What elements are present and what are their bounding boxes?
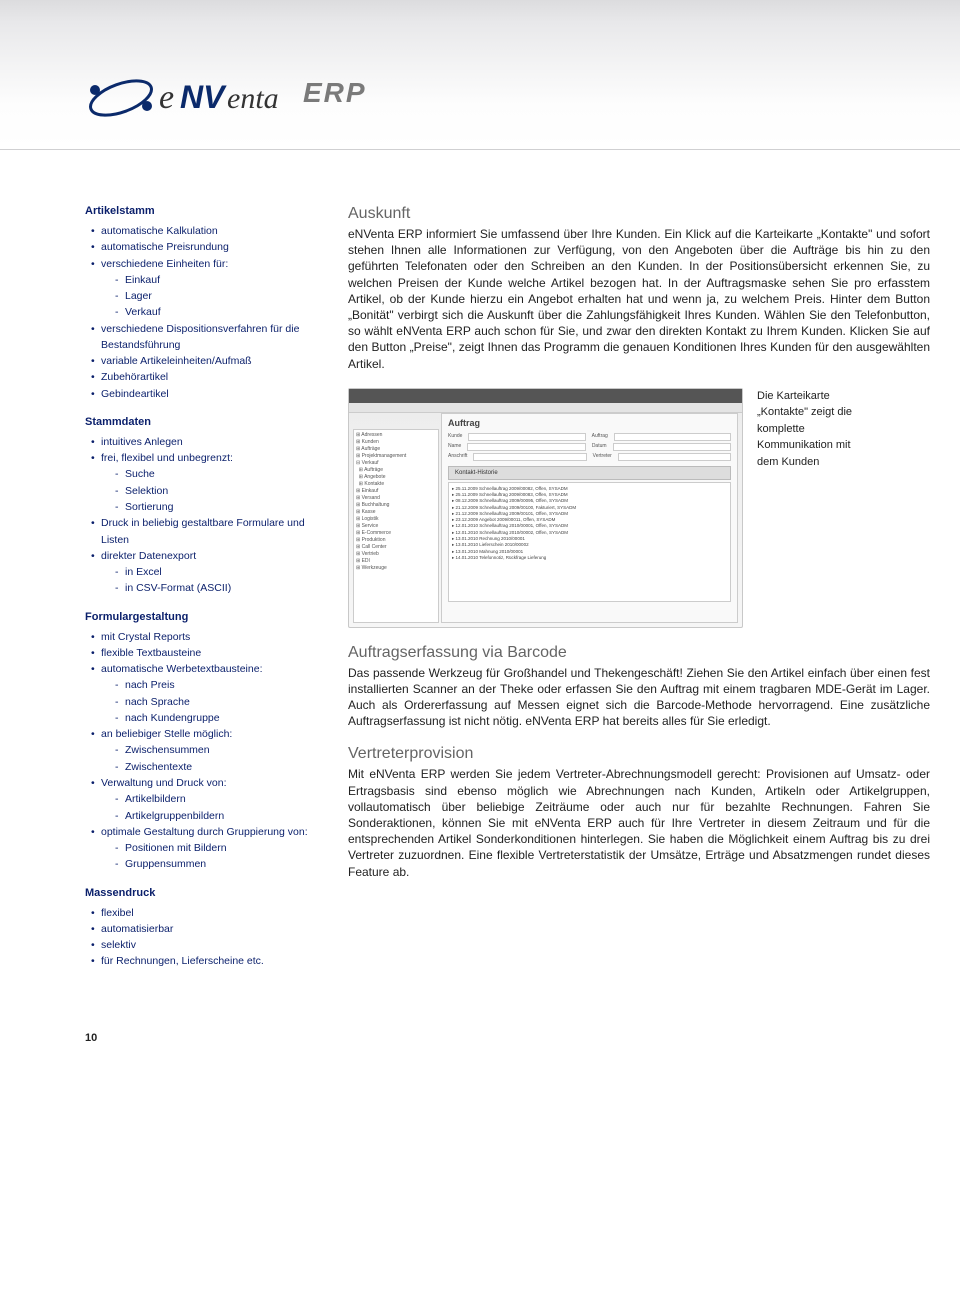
bullet-list: flexibel automatisierbar selektiv für Re… [85,905,323,970]
list-item-label: automatische Werbetextbausteine: [101,663,262,675]
list-item: Verwaltung und Druck von: Artikelbildern… [91,775,323,824]
sub-list: Zwischensummen Zwischentexte [101,742,323,775]
sub-item: Positionen mit Bildern [115,840,323,856]
list-item: frei, flexibel und unbegrenzt: Suche Sel… [91,450,323,515]
list-item: automatisierbar [91,921,323,937]
sub-item: in Excel [115,564,323,580]
list-item: optimale Gestaltung durch Gruppierung vo… [91,824,323,873]
list-item: flexible Textbausteine [91,645,323,661]
svg-text:e: e [159,79,174,116]
sub-item: Gruppensummen [115,856,323,872]
svg-text:enta: enta [227,82,279,115]
sub-item: Artikelbildern [115,791,323,807]
paragraph-auskunft: eNVenta ERP informiert Sie umfassend übe… [348,226,930,372]
section-title: Massendruck [85,887,323,899]
screenshot-titlebar [349,389,742,403]
list-item: automatische Kalkulation [91,223,323,239]
section-title: Artikelstamm [85,205,323,217]
sub-list: Positionen mit Bildern Gruppensummen [101,840,323,873]
brand-logo: e NV enta ERP [85,58,385,143]
page-number: 10 [85,1032,960,1044]
sub-list: Artikelbildern Artikelgruppenbildern [101,791,323,824]
list-item-label: verschiedene Einheiten für: [101,258,228,270]
sub-item: Verkauf [115,304,323,320]
list-item-label: Verwaltung und Druck von: [101,777,227,789]
list-item-label: optimale Gestaltung durch Gruppierung vo… [101,826,308,838]
svg-text:NV: NV [180,79,227,115]
sub-item: nach Preis [115,677,323,693]
list-item-label: an beliebiger Stelle möglich: [101,728,232,740]
list-item: automatische Preisrundung [91,239,323,255]
list-item-label: direkter Datenexport [101,550,196,562]
section-title: Stammdaten [85,416,323,428]
bullet-list: mit Crystal Reports flexible Textbaustei… [85,629,323,873]
screenshot-row: ⊞ Adressen⊞ Kunden⊞ Aufträge⊞ Projektman… [348,388,930,628]
sub-item: Suche [115,466,323,482]
main-content: Auskunft eNVenta ERP informiert Sie umfa… [348,205,930,984]
sub-list: in Excel in CSV-Format (ASCII) [101,564,323,597]
list-item: verschiedene Dispositionsverfahren für d… [91,321,323,354]
list-item: variable Artikeleinheiten/Aufmaß [91,353,323,369]
sub-item: Artikelgruppenbildern [115,808,323,824]
list-item: an beliebiger Stelle möglich: Zwischensu… [91,726,323,775]
list-item: für Rechnungen, Lieferscheine etc. [91,953,323,969]
heading-vertreter: Vertreterprovision [348,745,930,763]
list-item-label: frei, flexibel und unbegrenzt: [101,452,233,464]
sub-list: Einkauf Lager Verkauf [101,272,323,321]
page-header: e NV enta ERP [0,0,960,150]
list-item: Druck in beliebig gestaltbare Formulare … [91,515,323,548]
bullet-list: automatische Kalkulation automatische Pr… [85,223,323,402]
list-item: selektiv [91,937,323,953]
sub-item: Lager [115,288,323,304]
paragraph-barcode: Das passende Werkzeug für Großhandel und… [348,665,930,730]
section-title: Formulargestaltung [85,611,323,623]
section-artikelstamm: Artikelstamm automatische Kalkulation au… [85,205,323,402]
svg-text:ERP: ERP [303,77,367,108]
list-item: Zubehörartikel [91,369,323,385]
list-item: mit Crystal Reports [91,629,323,645]
app-screenshot: ⊞ Adressen⊞ Kunden⊞ Aufträge⊞ Projektman… [348,388,743,628]
screenshot-form: Auftrag KundeAuftrag NameDatum Anschrift… [441,413,738,623]
sub-list: nach Preis nach Sprache nach Kundengrupp… [101,677,323,726]
sub-item: Zwischensummen [115,742,323,758]
paragraph-vertreter: Mit eNVenta ERP werden Sie jedem Vertret… [348,766,930,879]
list-item: automatische Werbetextbausteine: nach Pr… [91,661,323,726]
screenshot-nav-tree: ⊞ Adressen⊞ Kunden⊞ Aufträge⊞ Projektman… [353,429,439,623]
list-item: flexibel [91,905,323,921]
enventa-logo-svg: e NV enta ERP [85,58,385,138]
sub-item: nach Sprache [115,694,323,710]
section-stammdaten: Stammdaten intuitives Anlegen frei, flex… [85,416,323,597]
screenshot-history-list: ▸ 25.11.2009 Schnellauftrag 2009/00082, … [448,482,731,602]
screenshot-caption: Die Karteikarte „Kontakte" zeigt die kom… [757,388,867,471]
page-body: Artikelstamm automatische Kalkulation au… [0,150,960,1014]
section-massendruck: Massendruck flexibel automatisierbar sel… [85,887,323,970]
section-formulargestaltung: Formulargestaltung mit Crystal Reports f… [85,611,323,873]
bullet-list: intuitives Anlegen frei, flexibel und un… [85,434,323,597]
heading-auskunft: Auskunft [348,205,930,223]
heading-barcode: Auftragserfassung via Barcode [348,644,930,662]
list-item: direkter Datenexport in Excel in CSV-For… [91,548,323,597]
sub-item: Zwischentexte [115,759,323,775]
sub-item: Einkauf [115,272,323,288]
list-item: intuitives Anlegen [91,434,323,450]
sub-item: Selektion [115,483,323,499]
screenshot-tab-kontakthistorie: Kontakt-Historie [448,466,731,480]
sub-item: Sortierung [115,499,323,515]
sub-item: nach Kundengruppe [115,710,323,726]
sub-list: Suche Selektion Sortierung [101,466,323,515]
screenshot-menubar [349,403,742,413]
sidebar: Artikelstamm automatische Kalkulation au… [85,205,323,984]
list-item: Gebindeartikel [91,386,323,402]
list-item: verschiedene Einheiten für: Einkauf Lage… [91,256,323,321]
screenshot-window-title: Auftrag [442,414,737,432]
sub-item: in CSV-Format (ASCII) [115,580,323,596]
